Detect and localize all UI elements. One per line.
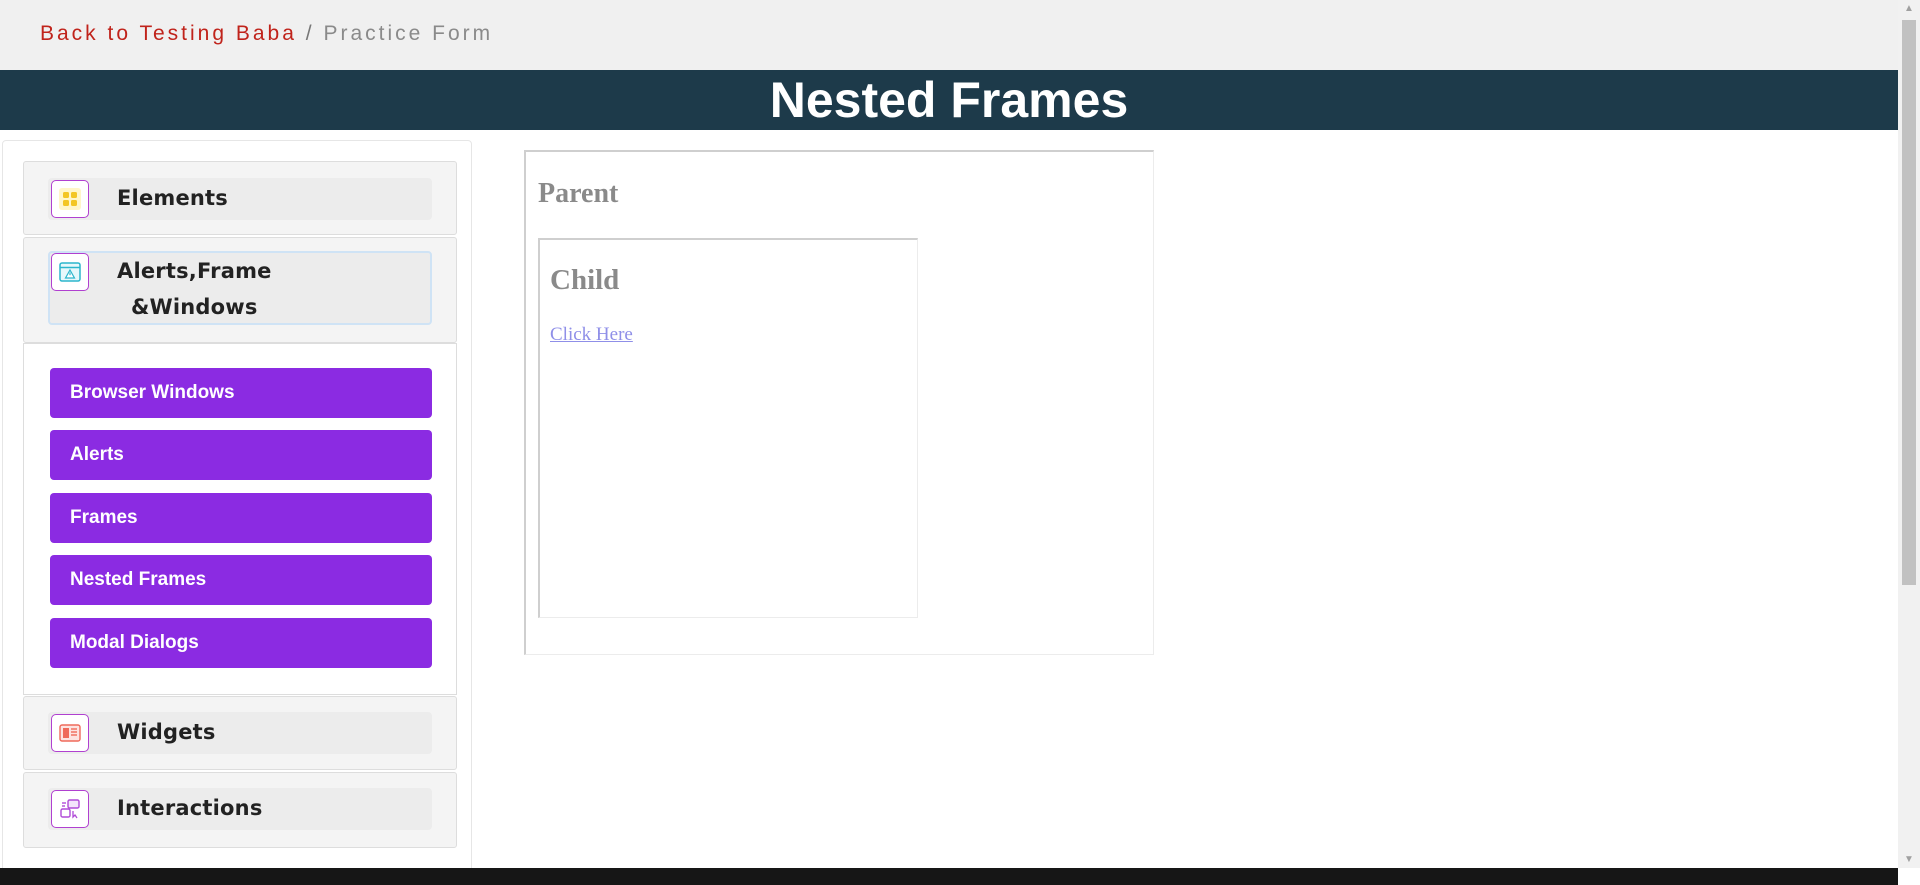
parent-frame-title: Parent bbox=[538, 178, 619, 209]
sidebar-group-widgets: Widgets bbox=[23, 696, 457, 770]
sidebar-group-label: Widgets bbox=[117, 720, 216, 744]
parent-frame: Parent Child Click Here bbox=[524, 150, 1154, 655]
back-to-testing-baba-link[interactable]: Back to Testing Baba bbox=[40, 22, 297, 45]
sidebar-group-elements: Elements bbox=[23, 161, 457, 235]
top-bar: Back to Testing Baba / Practice Form bbox=[0, 0, 1898, 70]
menu-item-browser-windows[interactable]: Browser Windows bbox=[50, 368, 432, 418]
breadcrumb-separator: / bbox=[305, 22, 315, 45]
child-frame: Child Click Here bbox=[538, 238, 918, 618]
scroll-up-arrow-icon[interactable]: ▲ bbox=[1898, 0, 1920, 17]
click-here-link[interactable]: Click Here bbox=[550, 324, 633, 346]
footer-bar bbox=[0, 868, 1898, 885]
window-alert-icon bbox=[51, 253, 89, 291]
sidebar-group-alerts-header[interactable]: Alerts,Frame &Windows bbox=[48, 251, 432, 325]
sidebar-group-elements-header[interactable]: Elements bbox=[48, 178, 432, 220]
sidebar-group-label-line2: &Windows bbox=[131, 295, 258, 319]
page-title: Nested Frames bbox=[769, 72, 1129, 128]
menu-item-nested-frames[interactable]: Nested Frames bbox=[50, 555, 432, 605]
sidebar-group-interactions-header[interactable]: Interactions bbox=[48, 788, 432, 830]
menu-item-modal-dialogs[interactable]: Modal Dialogs bbox=[50, 618, 432, 668]
child-frame-title: Child bbox=[550, 264, 620, 296]
grid-icon bbox=[51, 180, 89, 218]
sidebar-submenu: Browser Windows Alerts Frames Nested Fra… bbox=[23, 343, 457, 695]
scrollbar-thumb[interactable] bbox=[1902, 20, 1916, 585]
breadcrumb-current: Practice Form bbox=[323, 22, 494, 45]
menu-item-frames[interactable]: Frames bbox=[50, 493, 432, 543]
sidebar: Elements Alerts,Frame &Windows Browser W… bbox=[2, 140, 472, 885]
sidebar-group-label-line1: Alerts,Frame bbox=[117, 259, 272, 283]
page-banner: Nested Frames bbox=[0, 70, 1898, 130]
breadcrumb: Back to Testing Baba / Practice Form bbox=[40, 22, 493, 46]
scrollbar[interactable]: ▲ ▼ bbox=[1898, 0, 1920, 868]
menu-item-alerts[interactable]: Alerts bbox=[50, 430, 432, 480]
sidebar-group-label: Elements bbox=[117, 186, 228, 210]
interactions-icon bbox=[51, 790, 89, 828]
widgets-icon bbox=[51, 714, 89, 752]
sidebar-group-alerts-frame-windows: Alerts,Frame &Windows bbox=[23, 237, 457, 343]
sidebar-group-interactions: Interactions bbox=[23, 772, 457, 848]
sidebar-group-label: Interactions bbox=[117, 796, 263, 820]
scroll-down-arrow-icon[interactable]: ▼ bbox=[1898, 851, 1920, 868]
sidebar-group-widgets-header[interactable]: Widgets bbox=[48, 712, 432, 754]
